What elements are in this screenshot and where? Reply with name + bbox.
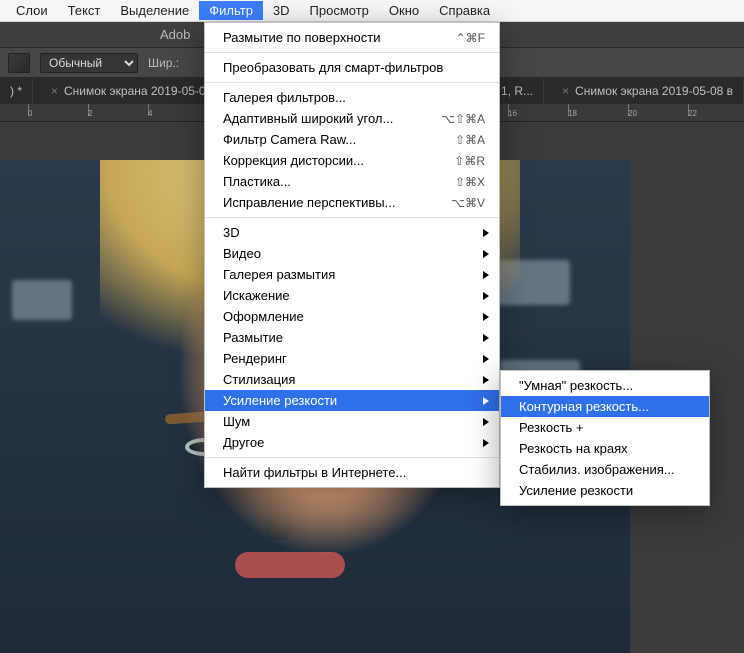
tab-label: Снимок экрана 2019-05-0: [64, 84, 206, 98]
sharpen-submenu: "Умная" резкость... Контурная резкость..…: [500, 370, 710, 506]
submenu-item-smart-sharpen[interactable]: "Умная" резкость...: [501, 375, 709, 396]
filter-menu: Размытие по поверхности ⌃⌘F Преобразоват…: [204, 22, 500, 488]
submenu-item-sharpen-edges[interactable]: Резкость на краях: [501, 438, 709, 459]
chevron-right-icon: [483, 355, 489, 363]
menu-item-filter-gallery[interactable]: Галерея фильтров...: [205, 87, 499, 108]
menu-window[interactable]: Окно: [379, 1, 429, 20]
menu-item-vanishing-point[interactable]: Исправление перспективы...⌥⌘V: [205, 192, 499, 213]
menu-view[interactable]: Просмотр: [300, 1, 379, 20]
menu-item-browse-filters[interactable]: Найти фильтры в Интернете...: [205, 462, 499, 483]
chevron-right-icon: [483, 439, 489, 447]
chevron-right-icon: [483, 376, 489, 384]
menu-item-liquify[interactable]: Пластика...⇧⌘X: [205, 171, 499, 192]
ruler-number: 16: [508, 109, 517, 118]
menu-select[interactable]: Выделение: [110, 1, 199, 20]
menu-text[interactable]: Текст: [58, 1, 111, 20]
blend-mode-select[interactable]: Обычный: [40, 53, 138, 73]
menu-item-adaptive-wide[interactable]: Адаптивный широкий угол...⌥⇧⌘A: [205, 108, 499, 129]
submenu-item-sharpen[interactable]: Усиление резкости: [501, 480, 709, 501]
menu-item-video[interactable]: Видео: [205, 243, 499, 264]
menu-item-blur[interactable]: Размытие: [205, 327, 499, 348]
chevron-right-icon: [483, 229, 489, 237]
ruler-number: 2: [88, 109, 92, 118]
chevron-right-icon: [483, 418, 489, 426]
ruler-number: 4: [148, 109, 152, 118]
menu-layers[interactable]: Слои: [6, 1, 58, 20]
menu-filter[interactable]: Фильтр: [199, 1, 263, 20]
menu-item-pixelate[interactable]: Оформление: [205, 306, 499, 327]
menu-item-stylize[interactable]: Стилизация: [205, 369, 499, 390]
document-tab[interactable]: × Снимок экрана 2019-05-08 в: [544, 78, 744, 104]
chevron-right-icon: [483, 334, 489, 342]
ruler-number: 22: [688, 109, 697, 118]
app-title: Adob: [160, 27, 190, 42]
chevron-right-icon: [483, 313, 489, 321]
tab-label: Снимок экрана 2019-05-08 в: [575, 84, 733, 98]
menu-item-sharpen[interactable]: Усиление резкости: [205, 390, 499, 411]
ruler-number: 20: [628, 109, 637, 118]
tab-label: ) *: [10, 84, 22, 98]
menu-help[interactable]: Справка: [429, 1, 500, 20]
menu-item-noise[interactable]: Шум: [205, 411, 499, 432]
document-tab[interactable]: × Снимок экрана 2019-05-0: [33, 78, 217, 104]
menu-item-render[interactable]: Рендеринг: [205, 348, 499, 369]
menu-item-last-filter[interactable]: Размытие по поверхности ⌃⌘F: [205, 27, 499, 48]
menu-item-other[interactable]: Другое: [205, 432, 499, 453]
menu-3d[interactable]: 3D: [263, 1, 300, 20]
submenu-item-sharpen-more[interactable]: Резкость +: [501, 417, 709, 438]
ruler-number: 18: [568, 109, 577, 118]
tab-label: 1, R...: [501, 84, 533, 98]
submenu-item-shake-reduction[interactable]: Стабилиз. изображения...: [501, 459, 709, 480]
width-label: Шир.:: [148, 56, 179, 70]
menu-item-blur-gallery[interactable]: Галерея размытия: [205, 264, 499, 285]
menubar: Слои Текст Выделение Фильтр 3D Просмотр …: [0, 0, 744, 22]
menu-item-lens-correction[interactable]: Коррекция дисторсии...⇧⌘R: [205, 150, 499, 171]
chevron-right-icon: [483, 292, 489, 300]
menu-item-convert-smart[interactable]: Преобразовать для смарт-фильтров: [205, 57, 499, 78]
chevron-right-icon: [483, 271, 489, 279]
menu-item-camera-raw[interactable]: Фильтр Camera Raw...⇧⌘A: [205, 129, 499, 150]
brush-swatch-icon[interactable]: [8, 53, 30, 73]
document-tab[interactable]: ) *: [0, 78, 33, 104]
chevron-right-icon: [483, 250, 489, 258]
menu-item-3d[interactable]: 3D: [205, 222, 499, 243]
close-icon[interactable]: ×: [51, 84, 58, 98]
close-icon[interactable]: ×: [562, 84, 569, 98]
menu-item-distort[interactable]: Искажение: [205, 285, 499, 306]
submenu-item-unsharp-mask[interactable]: Контурная резкость...: [501, 396, 709, 417]
chevron-right-icon: [483, 397, 489, 405]
ruler-number: 0: [28, 109, 32, 118]
